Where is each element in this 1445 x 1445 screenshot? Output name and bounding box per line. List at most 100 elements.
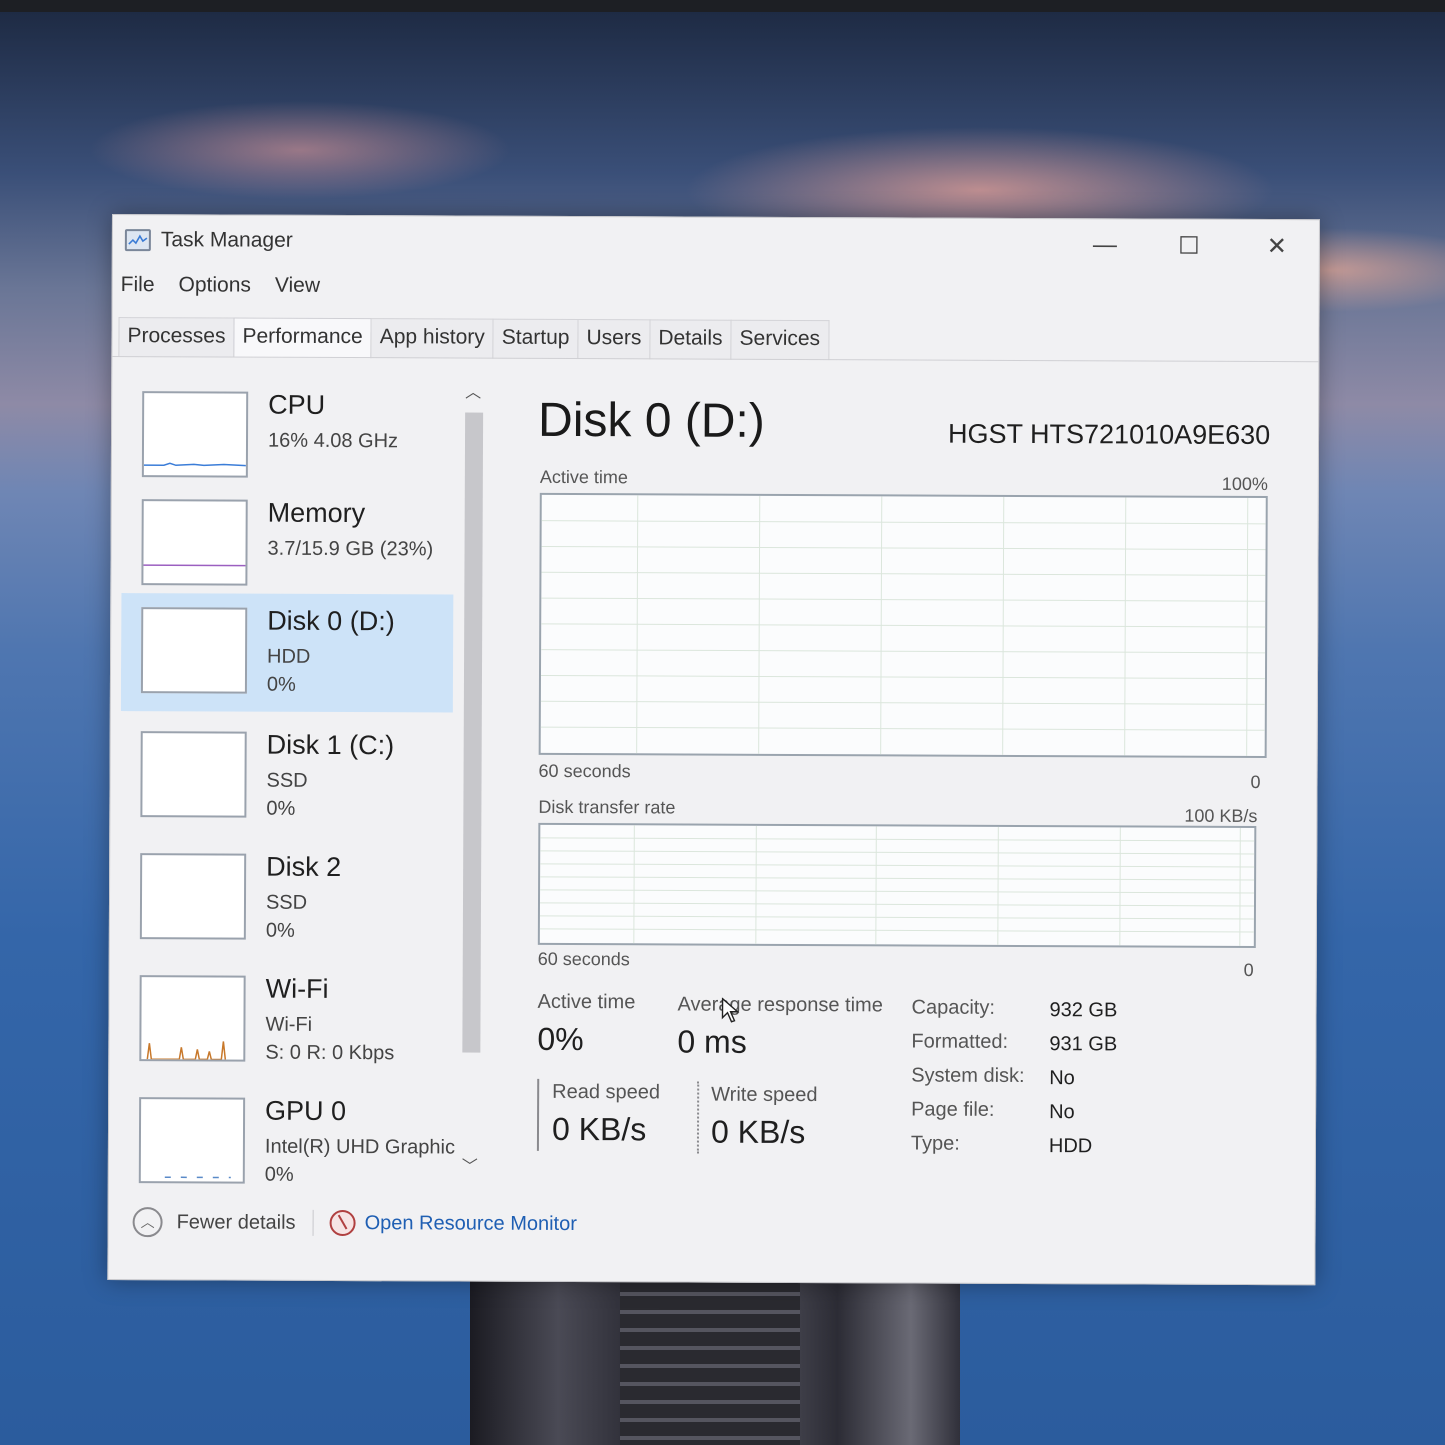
transfer-rate-chart [537,822,1257,948]
active-time-stat-value: 0% [537,1020,584,1058]
write-speed-value: 0 KB/s [710,1113,806,1151]
transfer-rate-grid [539,825,1255,946]
wallpaper-pier [470,1268,960,1445]
gpu0-thumbnail-graph [138,1097,246,1184]
tab-services[interactable]: Services [730,319,830,361]
sidebar-item-gpu0[interactable]: GPU 0 Intel(R) UHD Graphic 0% [119,1083,455,1189]
sidebar-item-label: Disk 0 (D:) [267,605,395,637]
maximize-button[interactable]: ☐ [1159,226,1219,266]
transfer-chart-min: 0 [1243,959,1254,980]
transfer-chart-max: 100 KB/s [1184,805,1258,827]
memory-thumbnail-graph [141,499,248,586]
minimize-icon: — [1092,231,1117,259]
sidebar-item-label: Disk 1 (C:) [266,729,395,761]
system-disk-value: No [1049,1067,1075,1090]
sidebar-item-detail: HDD [267,645,311,668]
transfer-chart-label: Disk transfer rate [538,796,676,818]
sidebar-item-usage: 0% [266,797,296,820]
tab-strip: Processes Performance App history Startu… [118,317,830,361]
type-value: HDD [1048,1135,1093,1158]
formatted-key: Formatted: [911,1030,1009,1053]
open-resource-monitor-link[interactable]: Open Resource Monitor [365,1212,577,1236]
disk1-thumbnail-graph [140,731,247,818]
read-speed-label: Read speed [552,1080,661,1104]
sidebar-item-usage: S: 0 R: 0 Kbps [265,1041,395,1065]
pier-slats [620,1278,800,1445]
tab-performance[interactable]: Performance [233,317,372,359]
sidebar-item-label: Wi-Fi [265,973,329,1004]
maximize-icon: ☐ [1178,232,1200,260]
sidebar-item-disk2[interactable]: Disk 2 SSD 0% [120,839,453,958]
resource-list-scrollbar[interactable]: ︿ ﹀ [459,385,484,1185]
sidebar-item-usage: 0% [266,673,296,696]
active-time-chart-min: 0 [1250,771,1261,793]
menu-options[interactable]: Options [178,273,250,303]
type-key: Type: [910,1132,960,1155]
avg-response-value: 0 ms [677,1023,747,1060]
menu-file[interactable]: File [121,273,155,303]
write-speed-marker [696,1081,700,1154]
transfer-chart-span: 60 seconds [537,948,630,970]
sidebar-item-label: Memory [267,497,366,529]
cpu-thumbnail-graph [141,391,249,478]
window-title: Task Manager [160,228,293,252]
sidebar-item-disk0[interactable]: Disk 0 (D:) HDD 0% [120,593,454,713]
scrollbar-thumb[interactable] [462,412,484,1053]
task-manager-icon [124,229,151,252]
tab-users[interactable]: Users [577,319,651,360]
disk2-thumbnail-graph [139,853,247,940]
sidebar-item-detail: Intel(R) UHD Graphic [264,1135,456,1159]
active-time-chart-span: 60 seconds [538,760,631,782]
resource-monitor-icon[interactable] [329,1209,356,1237]
monitor-bezel [0,0,1445,12]
resource-list: CPU 16% 4.08 GHz Memory 3.7/15.9 GB (23%… [119,367,483,1189]
minimize-button[interactable]: — [1075,225,1135,265]
sidebar-item-disk1[interactable]: Disk 1 (C:) SSD 0% [120,717,453,836]
sidebar-item-wifi[interactable]: Wi-Fi Wi-Fi S: 0 R: 0 Kbps [119,961,452,1080]
disk0-thumbnail-graph [140,607,248,694]
active-time-chart-max: 100% [1221,473,1268,495]
avg-response-label: Average response time [677,993,883,1017]
read-speed-value: 0 KB/s [551,1110,647,1148]
system-disk-key: System disk: [911,1064,1025,1087]
page-file-key: Page file: [911,1098,995,1121]
capacity-value: 932 GB [1049,999,1118,1022]
scroll-up-icon[interactable]: ︿ [464,385,482,403]
sidebar-item-label: Disk 2 [266,851,342,883]
read-speed-marker [536,1078,540,1151]
task-manager-window: Task Manager — ☐ ✕ File Options View Pro… [107,214,1320,1286]
wifi-thumbnail-graph [139,975,246,1062]
sidebar-item-usage: 0% [264,1163,294,1186]
close-icon: ✕ [1266,232,1287,260]
write-speed-label: Write speed [711,1083,818,1107]
mouse-cursor-icon [721,997,740,1023]
sidebar-item-label: GPU 0 [265,1095,347,1127]
sidebar-item-label: CPU [268,389,326,420]
fewer-details-link[interactable]: Fewer details [177,1211,296,1235]
capacity-key: Capacity: [911,996,995,1019]
sidebar-item-cpu[interactable]: CPU 16% 4.08 GHz [122,377,455,496]
tab-processes[interactable]: Processes [118,317,235,358]
footer-bar: ︿ Fewer details Open Resource Monitor [108,1195,1314,1260]
menu-view[interactable]: View [275,274,320,304]
scroll-down-icon[interactable]: ﹀ [461,1159,479,1177]
sidebar-item-detail: 16% 4.08 GHz [267,429,399,453]
footer-divider [312,1209,314,1236]
sidebar-item-detail: 3.7/15.9 GB (23%) [267,537,434,561]
tab-details[interactable]: Details [649,319,732,360]
sidebar-item-detail: SSD [265,891,308,914]
disk-model: HGST HTS721010A9E630 [947,418,1271,451]
formatted-value: 931 GB [1049,1033,1118,1056]
tab-startup[interactable]: Startup [492,318,579,360]
chevron-up-icon[interactable]: ︿ [132,1207,163,1238]
page-file-value: No [1049,1101,1075,1124]
sidebar-item-usage: 0% [265,919,295,942]
sidebar-item-memory[interactable]: Memory 3.7/15.9 GB (23%) [121,485,454,604]
tab-app-history[interactable]: App history [370,318,494,359]
title-bar[interactable]: Task Manager — ☐ ✕ [113,215,1319,272]
close-button[interactable]: ✕ [1247,226,1307,266]
active-time-chart [538,492,1268,759]
detail-title: Disk 0 (D:) [537,393,765,448]
sidebar-item-detail: Wi-Fi [265,1013,313,1036]
sidebar-item-detail: SSD [266,769,308,792]
